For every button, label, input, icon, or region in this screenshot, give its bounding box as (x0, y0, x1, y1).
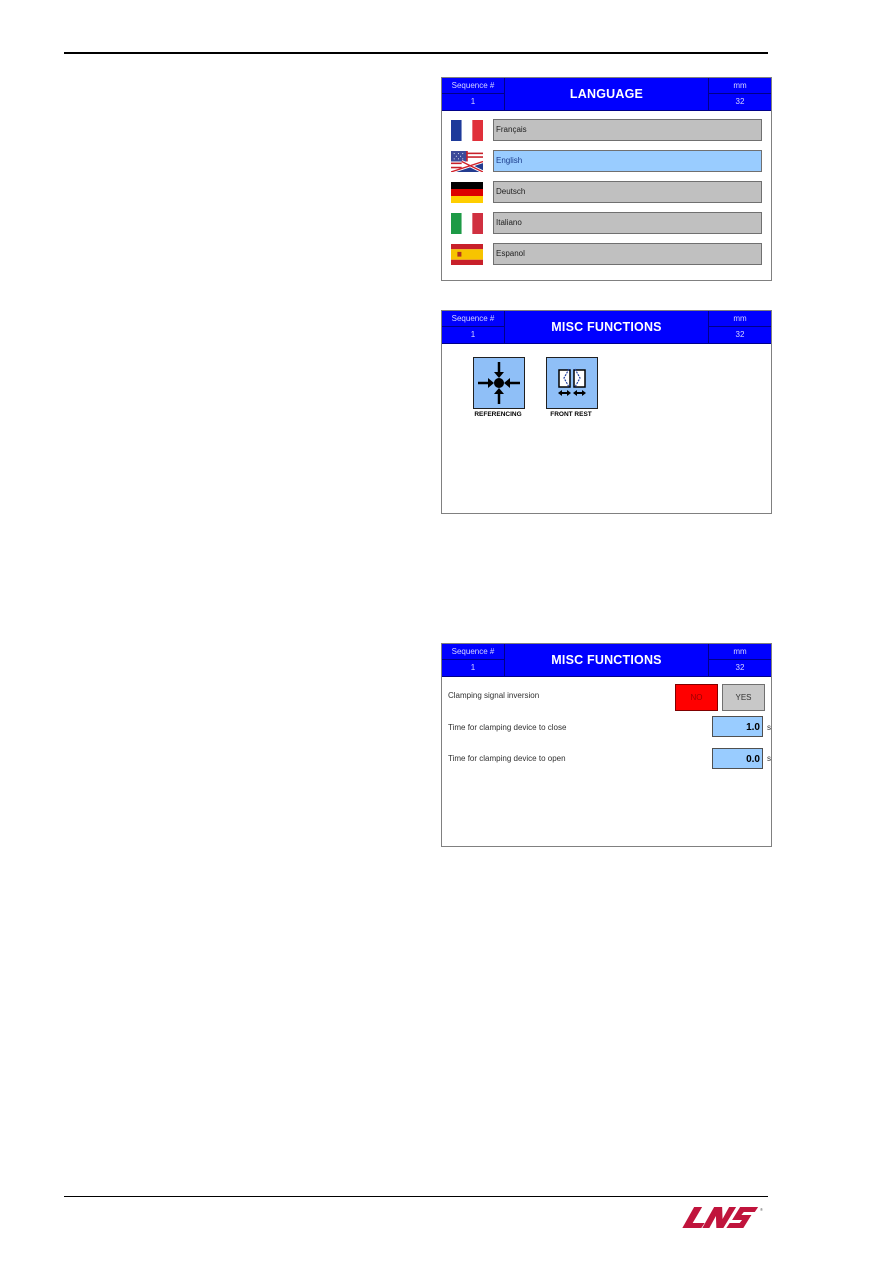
screen-title: LANGUAGE (569, 87, 644, 101)
sequence-cell: Sequence # 1 (442, 644, 505, 676)
front-rest-icon (558, 368, 586, 396)
front-rest-button[interactable] (546, 357, 598, 409)
unit-cell: mm 32 (708, 311, 771, 343)
flag-uk-us-icon (451, 151, 483, 172)
page-footer-rule (64, 1196, 768, 1197)
language-row-francais[interactable]: Français (451, 119, 762, 141)
open-time-field[interactable]: 0.0 (712, 748, 763, 769)
language-button-deutsch[interactable]: Deutsch (493, 181, 762, 203)
sequence-cell: Sequence # 1 (442, 78, 505, 110)
unit-label: mm (709, 311, 771, 327)
referencing-label: REFERENCING (474, 411, 522, 418)
close-time-unit: s (767, 723, 771, 732)
language-row-espanol[interactable]: Espanol (451, 243, 762, 265)
open-time-unit: s (767, 754, 771, 763)
sequence-label: Sequence # (442, 644, 504, 660)
clamping-inversion-yes-button[interactable]: YES (722, 684, 765, 711)
language-button-francais[interactable]: Français (493, 119, 762, 141)
language-row-italiano[interactable]: Italiano (451, 212, 762, 234)
referencing-icon (478, 362, 520, 404)
unit-value: 32 (735, 330, 745, 339)
referencing-button[interactable] (473, 357, 525, 409)
sequence-cell: Sequence # 1 (442, 311, 505, 343)
close-time-label: Time for clamping device to close (448, 723, 567, 732)
language-row-english[interactable]: English (451, 150, 762, 172)
unit-value: 32 (735, 663, 745, 672)
close-time-field[interactable]: 1.0 (712, 716, 763, 737)
flag-germany-icon (451, 182, 483, 203)
unit-label: mm (709, 78, 771, 94)
screen-header: Sequence # 1 MISC FUNCTIONS mm 32 (442, 644, 771, 677)
language-screen: Sequence # 1 LANGUAGE mm 32 Français Eng… (441, 77, 772, 281)
language-row-deutsch[interactable]: Deutsch (451, 181, 762, 203)
sequence-value: 1 (470, 97, 476, 106)
flag-spain-icon (451, 244, 483, 265)
clamping-signal-inversion-label: Clamping signal inversion (448, 691, 540, 700)
unit-label: mm (709, 644, 771, 660)
unit-cell: mm 32 (708, 78, 771, 110)
screen-title: MISC FUNCTIONS (551, 320, 662, 334)
svg-text:®: ® (760, 1207, 763, 1212)
misc-functions-menu-screen: Sequence # 1 MISC FUNCTIONS mm 32 REFERE… (441, 310, 772, 514)
open-time-label: Time for clamping device to open (448, 754, 566, 763)
unit-cell: mm 32 (708, 644, 771, 676)
screen-header: Sequence # 1 LANGUAGE mm 32 (442, 78, 771, 111)
sequence-label: Sequence # (442, 311, 504, 327)
sequence-value: 1 (470, 663, 476, 672)
flag-italy-icon (451, 213, 483, 234)
sequence-value: 1 (470, 330, 476, 339)
language-button-espanol[interactable]: Espanol (493, 243, 762, 265)
misc-functions-clamping-screen: Sequence # 1 MISC FUNCTIONS mm 32 Clampi… (441, 643, 772, 847)
clamping-inversion-no-button[interactable]: NO (675, 684, 718, 711)
lns-logo-icon: ® (682, 1207, 763, 1228)
language-button-english[interactable]: English (493, 150, 762, 172)
language-button-italiano[interactable]: Italiano (493, 212, 762, 234)
page-header-rule (64, 52, 768, 54)
flag-france-icon (451, 120, 483, 141)
screen-title: MISC FUNCTIONS (551, 653, 662, 667)
sequence-label: Sequence # (442, 78, 504, 94)
unit-value: 32 (735, 97, 745, 106)
front-rest-label: FRONT REST (550, 411, 592, 418)
screen-header: Sequence # 1 MISC FUNCTIONS mm 32 (442, 311, 771, 344)
